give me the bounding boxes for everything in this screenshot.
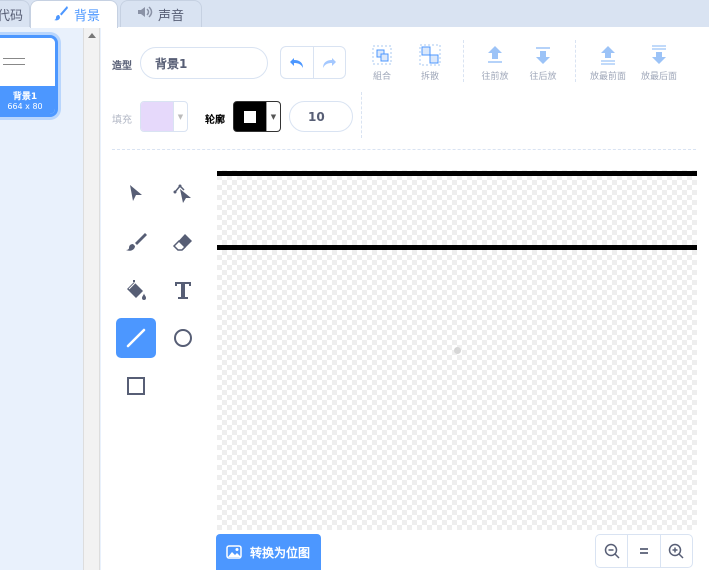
tab-bar: 代码 声音 背景 (0, 0, 709, 28)
paint-bucket-icon (127, 280, 146, 300)
zoom-in-icon (669, 543, 684, 559)
tool-circle[interactable] (163, 318, 203, 358)
costume-thumbnail (0, 38, 55, 86)
image-icon (226, 545, 242, 559)
backward-button[interactable]: 往后放 (521, 44, 565, 84)
costume-name: 背景1 (12, 92, 38, 102)
circle-icon (174, 329, 192, 347)
costume-name-input[interactable]: 背景1 (140, 47, 268, 79)
paintbrush-icon (53, 5, 69, 25)
redo-icon (323, 57, 337, 68)
send-to-back-icon (652, 45, 666, 64)
group-button[interactable]: 組合 (360, 44, 404, 84)
send-to-back-button[interactable]: 放最后面 (637, 44, 681, 84)
outline-label: 轮廓 (205, 115, 225, 126)
bring-to-front-icon (601, 46, 615, 65)
tool-line[interactable] (116, 318, 156, 358)
bring-to-front-button[interactable]: 放最前面 (586, 44, 630, 84)
rectangle-icon (127, 377, 145, 395)
brush-icon (126, 233, 147, 251)
undo-icon (289, 57, 303, 68)
group-label: 組合 (372, 72, 391, 82)
select-arrow-icon (130, 185, 142, 201)
canvas-line-middle[interactable] (217, 245, 697, 250)
zoom-out-button[interactable] (596, 535, 627, 567)
forward-button[interactable]: 往前放 (473, 44, 517, 84)
bring-to-front-label: 放最前面 (589, 72, 626, 82)
zoom-reset-button[interactable] (627, 535, 659, 567)
undo-button[interactable] (281, 47, 314, 78)
undo-redo-group (280, 46, 346, 79)
tab-code[interactable]: 代码 (0, 0, 30, 27)
tool-reshape[interactable] (163, 174, 203, 214)
arrow-down-icon (536, 47, 550, 64)
tool-fill[interactable] (116, 270, 156, 310)
tool-eraser[interactable] (163, 222, 203, 262)
costume-list-scrollbar[interactable] (83, 27, 100, 570)
dropdown-arrow-icon: ▼ (266, 102, 280, 131)
zoom-out-icon (604, 543, 620, 559)
backward-label: 往后放 (529, 72, 557, 82)
convert-to-bitmap-button[interactable]: 转换为位图 (216, 534, 321, 570)
fill-color-picker[interactable]: ▼ (140, 101, 188, 132)
costume-info: 背景1 664 x 80 (0, 86, 55, 114)
dropdown-arrow-icon: ▼ (173, 102, 187, 131)
arrow-up-icon (488, 46, 502, 63)
outline-color-picker[interactable]: ▼ (233, 101, 281, 132)
zoom-controls (595, 534, 693, 568)
scroll-up-arrow-icon[interactable] (88, 33, 96, 38)
costume-list: 背景1 664 x 80 (0, 27, 83, 570)
line-icon (126, 328, 146, 348)
send-to-back-label: 放最后面 (640, 72, 677, 82)
toolbar-divider (361, 92, 362, 138)
speaker-icon (137, 6, 153, 22)
redo-button[interactable] (314, 47, 346, 78)
outline-width-input[interactable]: 10 (289, 101, 353, 132)
tool-text[interactable] (163, 270, 203, 310)
tool-select[interactable] (116, 174, 156, 214)
reshape-icon (173, 184, 191, 203)
fill-label: 填充 (112, 115, 132, 126)
convert-to-bitmap-label: 转换为位图 (250, 545, 311, 560)
fill-color-swatch (141, 102, 173, 131)
forward-label: 往前放 (481, 72, 509, 82)
tool-rectangle[interactable] (116, 366, 156, 406)
eraser-icon (172, 234, 192, 251)
zoom-in-button[interactable] (659, 535, 692, 567)
text-icon (175, 282, 191, 299)
toolbar-divider (463, 40, 464, 82)
outline-color-swatch (234, 102, 266, 131)
costume-size: 664 x 80 (7, 102, 43, 111)
group-icon (372, 45, 392, 65)
toolbar-divider (575, 40, 576, 82)
costume-name-label: 造型 (112, 61, 132, 72)
tab-code-label: 代码 (0, 8, 24, 24)
tab-backdrop[interactable]: 背景 (30, 0, 118, 28)
tab-backdrop-label: 背景 (74, 9, 101, 24)
ungroup-button[interactable]: 拆散 (408, 44, 452, 84)
tab-sound-label: 声音 (158, 8, 185, 24)
equals-icon (639, 548, 648, 554)
ungroup-icon (419, 44, 441, 66)
canvas-line-top[interactable] (217, 171, 697, 176)
editor-divider (112, 149, 696, 150)
tab-sound[interactable]: 声音 (120, 0, 202, 27)
canvas-center-marker (454, 347, 461, 354)
ungroup-label: 拆散 (420, 72, 439, 82)
tool-brush[interactable] (116, 222, 156, 262)
costume-item[interactable]: 背景1 664 x 80 (0, 35, 58, 117)
